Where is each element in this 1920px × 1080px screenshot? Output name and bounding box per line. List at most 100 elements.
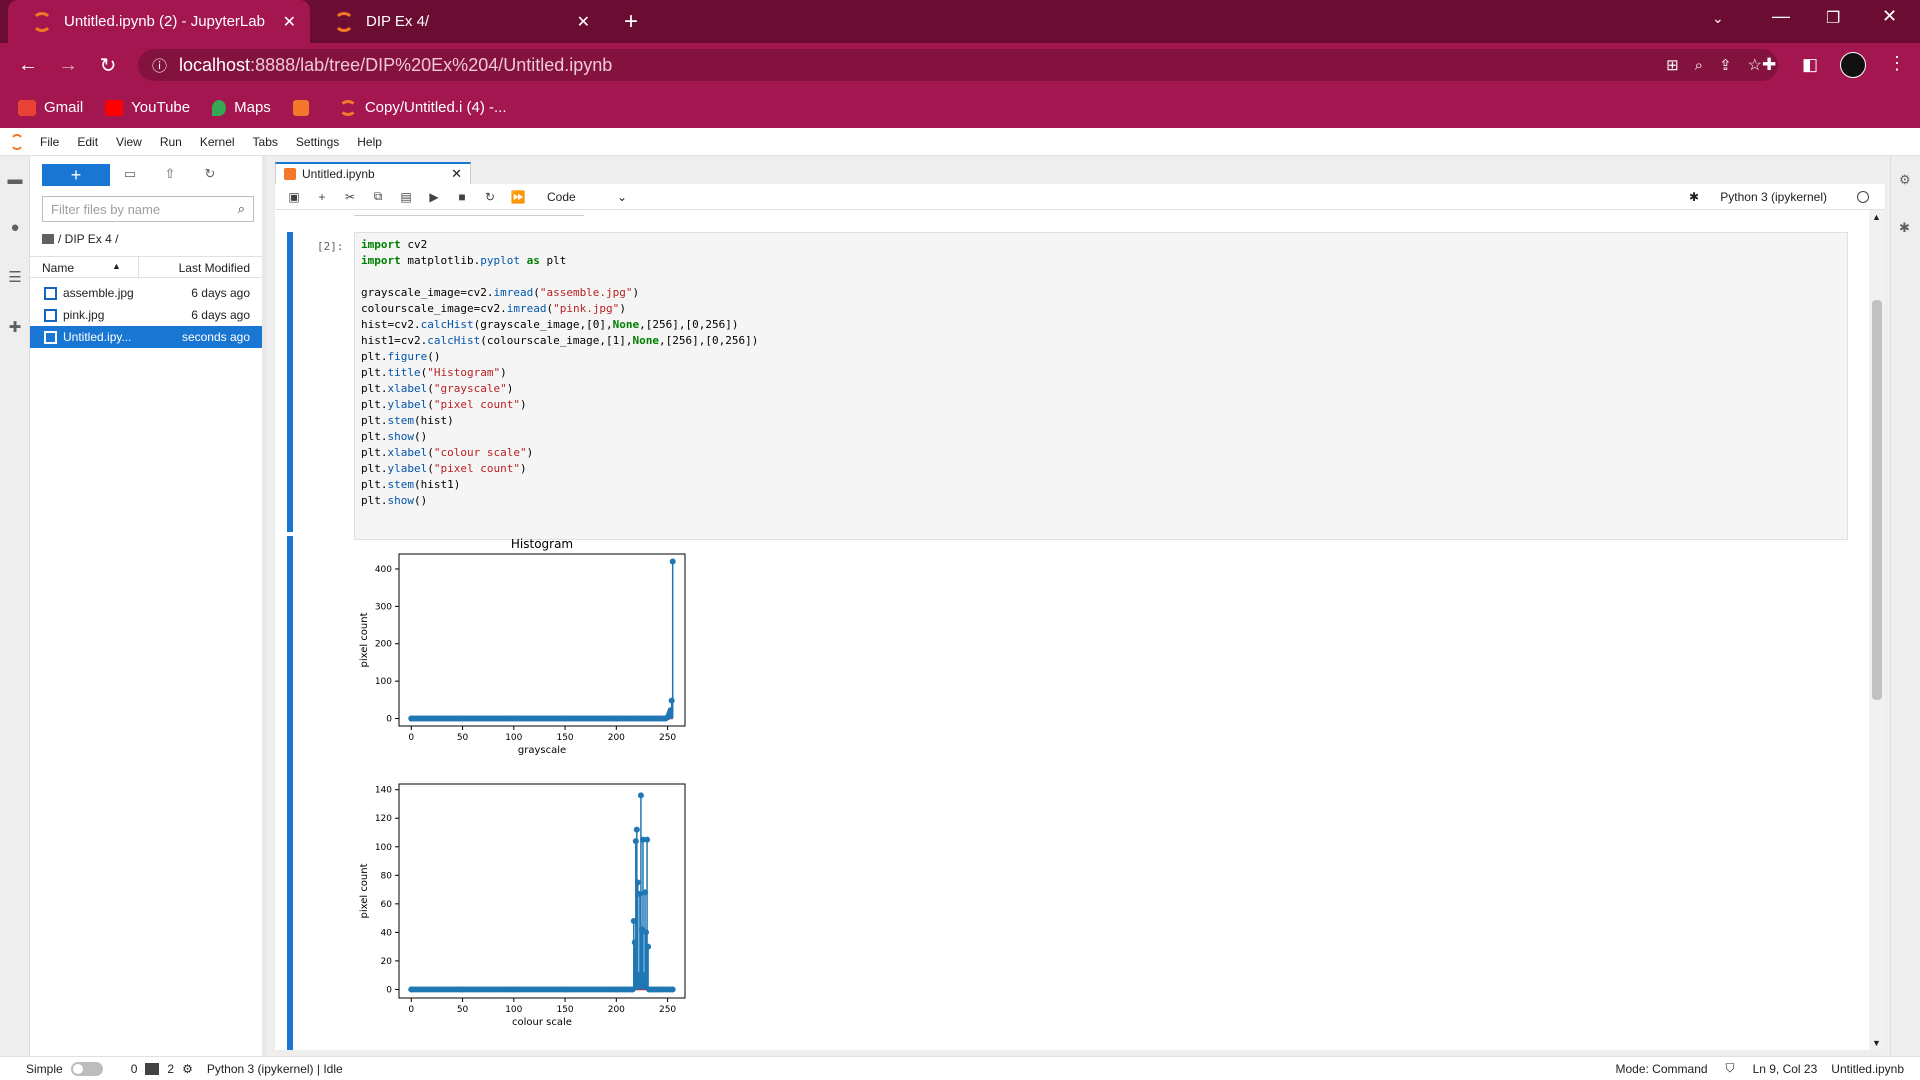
browser-tab-jupyterlab[interactable]: Untitled.ipynb (2) - JupyterLab ✕ [8, 0, 310, 43]
scroll-thumb[interactable] [1872, 300, 1882, 700]
upload-icon[interactable]: ⇧ [162, 166, 178, 182]
column-last-modified[interactable]: Last Modified [179, 261, 250, 275]
cell-type-select[interactable]: Code ⌄ [547, 190, 627, 204]
column-name[interactable]: Name [42, 261, 74, 275]
stem-marker [459, 715, 466, 722]
scroll-up-icon[interactable]: ▲ [1872, 212, 1881, 222]
code-line: grayscale_image=cv2.imread("assemble.jpg… [361, 286, 640, 299]
code-line: plt.ylabel("pixel count") [361, 398, 527, 411]
stop-icon[interactable]: ■ [453, 188, 471, 206]
new-launcher-button[interactable]: + [42, 164, 110, 186]
bookmark-in[interactable] [292, 99, 317, 116]
new-tab-button[interactable]: + [624, 8, 638, 36]
reload-icon[interactable]: ↻ [94, 51, 122, 79]
x-tick-label: 150 [556, 1005, 573, 1015]
kernel-name[interactable]: Python 3 (ipykernel) [1720, 190, 1827, 204]
fast-forward-icon[interactable]: ⏩ [509, 188, 527, 206]
output-collapser[interactable] [287, 536, 293, 1050]
close-tab-icon[interactable]: ✕ [577, 12, 590, 32]
insert-cell-icon[interactable]: + [313, 188, 331, 206]
debugger-icon[interactable]: ✱ [1899, 220, 1910, 236]
side-panel-icon[interactable]: ◧ [1802, 55, 1818, 75]
tab-search-icon[interactable]: ⌄ [1712, 10, 1724, 27]
menu-tabs[interactable]: Tabs [253, 135, 278, 149]
code-line: plt.stem(hist1) [361, 478, 461, 491]
site-info-icon[interactable]: ⓘ [152, 55, 167, 76]
menu-kernel[interactable]: Kernel [200, 135, 235, 149]
bookmark-maps[interactable]: Maps [212, 99, 271, 116]
y-tick-label: 0 [386, 985, 392, 995]
y-tick-label: 20 [381, 957, 393, 967]
simple-mode-toggle[interactable] [70, 1061, 103, 1076]
menu-run[interactable]: Run [160, 135, 182, 149]
file-name-status: Untitled.ipynb [1831, 1061, 1904, 1076]
restore-icon[interactable]: ❐ [1826, 8, 1840, 28]
file-row[interactable]: pink.jpg 6 days ago [30, 304, 262, 326]
stem-marker [510, 715, 517, 722]
notebook-tab[interactable]: Untitled.ipynb ✕ [275, 162, 471, 184]
new-folder-icon[interactable]: ▭ [122, 166, 138, 182]
browser-tab-title: Untitled.ipynb (2) - JupyterLab [64, 13, 265, 30]
forward-icon[interactable]: → [54, 51, 82, 79]
avatar[interactable] [1840, 52, 1866, 78]
x-tick-label: 0 [408, 1005, 414, 1015]
scroll-down-icon[interactable]: ▼ [1872, 1038, 1881, 1048]
menu-help[interactable]: Help [357, 135, 382, 149]
x-tick-label: 50 [457, 733, 469, 743]
status-bar: Simple 0 2 ⚙ Python 3 (ipykernel) | Idle… [0, 1056, 1920, 1080]
zoom-icon[interactable]: ⌕ [1695, 57, 1703, 74]
extension-icon[interactable]: ✚ [6, 318, 24, 336]
minimize-icon[interactable]: — [1772, 6, 1790, 27]
bug-icon[interactable]: ✱ [1689, 190, 1699, 204]
menu-file[interactable]: File [40, 135, 59, 149]
notebook-file-icon [44, 330, 57, 344]
y-tick-label: 120 [375, 814, 392, 824]
kernel-status[interactable]: Python 3 (ipykernel) | Idle [207, 1062, 343, 1076]
menu-view[interactable]: View [116, 135, 142, 149]
breadcrumb[interactable]: / DIP Ex 4 / [42, 232, 118, 246]
code-cell-editor[interactable]: import cv2 import matplotlib.pyplot as pl… [354, 232, 1848, 540]
file-row[interactable]: assemble.jpg 6 days ago [30, 282, 262, 304]
stem-marker [644, 836, 651, 843]
extensions-icon[interactable]: ✚ [1762, 55, 1776, 75]
menu-settings[interactable]: Settings [296, 135, 339, 149]
window-close-icon[interactable]: ✕ [1882, 6, 1897, 27]
file-filter-input[interactable]: Filter files by name ⌕ [42, 196, 254, 222]
restart-icon[interactable]: ↻ [481, 188, 499, 206]
gmail-icon [18, 99, 36, 116]
bookmark-copy-untitled[interactable]: Copy/Untitled.i (4) -... [338, 99, 507, 116]
bookmark-youtube[interactable]: YouTube [105, 99, 190, 116]
translate-icon[interactable]: ⊞ [1666, 56, 1679, 74]
close-tab-icon[interactable]: ✕ [283, 12, 296, 32]
running-icon[interactable]: ● [6, 218, 24, 236]
refresh-icon[interactable]: ↻ [202, 166, 218, 182]
cut-icon[interactable]: ✂ [341, 188, 359, 206]
scrollbar[interactable]: ▲ ▼ [1869, 210, 1885, 1050]
property-inspector-icon[interactable]: ⚙ [1899, 172, 1911, 188]
paste-icon[interactable]: ▤ [397, 188, 415, 206]
bookmark-star-icon[interactable]: ☆ [1748, 55, 1762, 75]
close-icon[interactable]: ✕ [451, 166, 462, 182]
y-tick-label: 100 [375, 843, 392, 853]
file-row[interactable]: Untitled.ipy... seconds ago [30, 326, 262, 348]
cursor-position[interactable]: Ln 9, Col 23 [1753, 1062, 1818, 1076]
run-icon[interactable]: ▶ [425, 188, 443, 206]
menu-dots-icon[interactable]: ⋮ [1888, 53, 1906, 74]
toc-icon[interactable]: ☰ [6, 268, 24, 286]
back-icon[interactable]: ← [14, 51, 42, 79]
x-tick-label: 200 [608, 733, 625, 743]
copy-icon[interactable]: ⧉ [369, 188, 387, 206]
share-icon[interactable]: ⇪ [1719, 56, 1732, 74]
bookmark-gmail[interactable]: Gmail [18, 99, 83, 116]
x-tick-label: 100 [505, 733, 522, 743]
menu-edit[interactable]: Edit [77, 135, 98, 149]
save-icon[interactable]: ▣ [285, 188, 303, 206]
cell-collapser[interactable] [287, 232, 293, 532]
stem-marker [633, 826, 640, 833]
folder-icon[interactable]: ▬ [6, 170, 24, 188]
image-file-icon [44, 286, 57, 300]
browser-tab-dip[interactable]: DIP Ex 4/ ✕ [310, 0, 604, 43]
stem-marker [643, 929, 650, 936]
address-bar[interactable]: ⓘ localhost:8888/lab/tree/DIP%20Ex%204/U… [138, 49, 1778, 81]
